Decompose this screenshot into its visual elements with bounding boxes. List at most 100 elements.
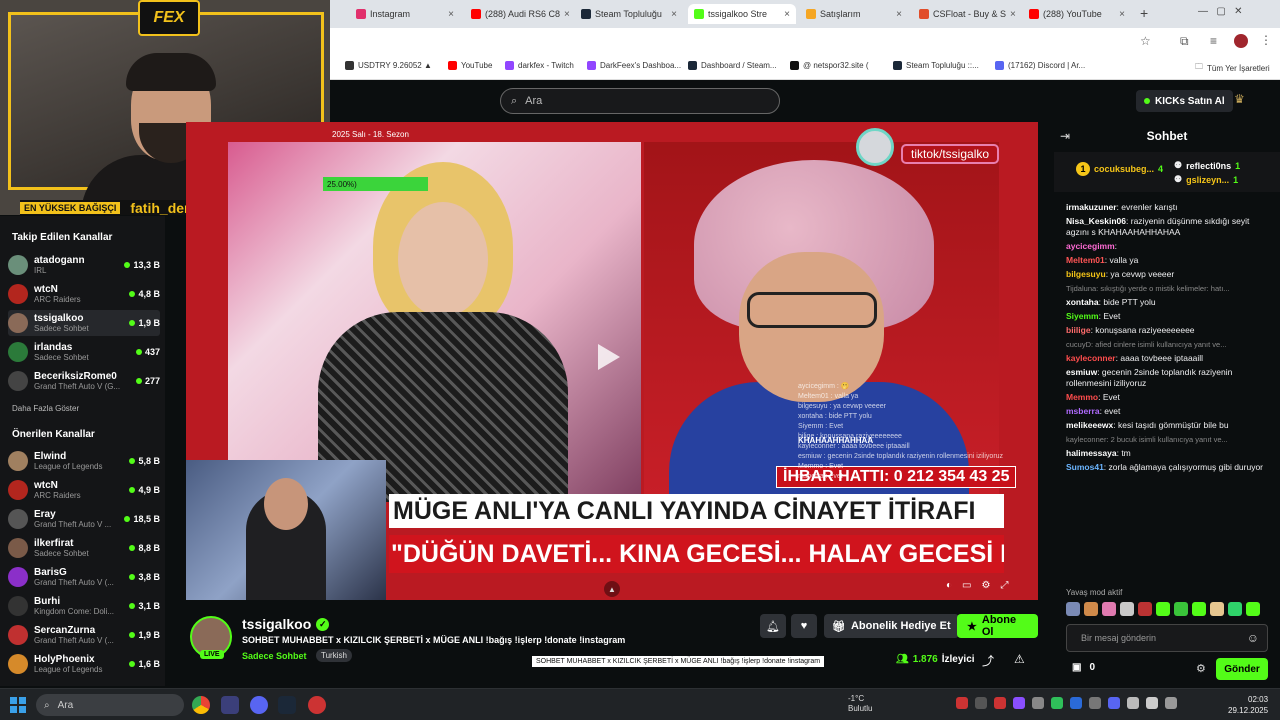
browser-tab[interactable]: CSFloat - Buy & S ×	[913, 4, 1018, 24]
sidebar-channel[interactable]: ilkerfirat Sadece Sohbet 8,8 B	[8, 535, 160, 561]
close-icon[interactable]: ×	[448, 9, 454, 20]
top-gifter[interactable]: 1 cocuksubeg... 4	[1076, 162, 1163, 176]
browser-tab[interactable]: (288) YouTube ×	[1023, 4, 1131, 24]
chat-username[interactable]: Sumos41	[1066, 462, 1104, 472]
sidebar-channel[interactable]: HolyPhoenix League of Legends 1,6 B	[8, 651, 160, 677]
extensions-icon[interactable]: ⧉	[1180, 34, 1189, 49]
browser-tab[interactable]: Instagram ×	[350, 4, 460, 24]
sidebar-channel[interactable]: BarisG Grand Theft Auto V (... 3,8 B	[8, 564, 160, 590]
bookmark-star-icon[interactable]: ☆	[1140, 34, 1151, 48]
chat-username[interactable]: bilgesuyu	[1066, 269, 1106, 279]
sidebar-channel[interactable]: Elwind League of Legends 5,8 B	[8, 448, 160, 474]
tray-icon[interactable]	[994, 697, 1006, 709]
chat-username[interactable]: msberra	[1066, 406, 1100, 416]
tray-icon[interactable]	[1089, 697, 1101, 709]
steam-icon[interactable]	[278, 696, 296, 714]
close-icon[interactable]: ×	[896, 9, 902, 20]
chat-username[interactable]: Siyemm	[1066, 311, 1099, 321]
streamer-name[interactable]: tssigalkoo ✓	[242, 616, 330, 632]
window-controls[interactable]: — ▢ ✕	[1198, 6, 1243, 17]
chat-username[interactable]: melikeeewx	[1066, 420, 1113, 430]
discord-icon[interactable]	[250, 696, 268, 714]
collapse-chat-icon[interactable]: ⇥	[1060, 129, 1070, 143]
bookmark-item[interactable]: Dashboard / Steam...	[688, 61, 777, 70]
close-icon[interactable]: ×	[1119, 9, 1125, 20]
browser-tab[interactable]: Satışlarım ×	[800, 4, 908, 24]
chevron-up-icon[interactable]: ▲	[604, 581, 620, 597]
theater-mode-icon[interactable]: ▭	[962, 580, 971, 591]
bookmark-item[interactable]: @ netspor32.site (	[790, 61, 868, 70]
chat-username[interactable]: Memmo	[1066, 392, 1098, 402]
send-button[interactable]: Gönder	[1216, 658, 1268, 680]
bookmark-item[interactable]: darkfex - Twitch	[505, 61, 574, 70]
channel-points[interactable]: ▣ 0	[1072, 662, 1095, 673]
emoji-icon[interactable]: ☺	[1247, 631, 1259, 645]
top-gifter[interactable]: ⚉ gslizeyn... 1	[1174, 174, 1238, 185]
battery-icon[interactable]	[1165, 697, 1177, 709]
tray-icon[interactable]	[1108, 697, 1120, 709]
all-bookmarks-link[interactable]: 🗀︎ Tüm Yer İşaretleri	[1195, 61, 1270, 75]
emote-icon[interactable]	[1138, 602, 1152, 616]
tray-icon[interactable]	[975, 697, 987, 709]
profile-avatar[interactable]	[1234, 34, 1248, 48]
bookmark-item[interactable]: YouTube	[448, 61, 492, 70]
sidebar-channel[interactable]: Eray Grand Theft Auto V ... 18,5 B	[8, 506, 160, 532]
chat-username[interactable]: kayleconner	[1066, 353, 1116, 363]
browser-tab[interactable]: tssigalkoo Stre ×	[688, 4, 796, 24]
close-icon[interactable]: ×	[1010, 9, 1016, 20]
sidebar-channel[interactable]: wtcN ARC Raiders 4,9 B	[8, 477, 160, 503]
chat-username[interactable]: aycicegimm	[1066, 241, 1115, 251]
bookmark-item[interactable]: Steam Topluluğu ::...	[893, 61, 979, 70]
emote-icon[interactable]	[1102, 602, 1116, 616]
subscribe-button[interactable]: ★ Abone Ol	[957, 614, 1038, 638]
close-icon[interactable]: ×	[784, 9, 790, 20]
close-icon[interactable]: ×	[564, 9, 570, 20]
chrome-icon[interactable]	[192, 696, 210, 714]
sidebar-channel[interactable]: BeceriksizRome0 Grand Theft Auto V (G... 2…	[8, 368, 160, 394]
emote-icon[interactable]	[1174, 602, 1188, 616]
chat-username[interactable]: xontaha	[1066, 297, 1099, 307]
warning-icon[interactable]: ⚠	[1014, 652, 1025, 666]
emote-icon[interactable]	[1156, 602, 1170, 616]
wifi-icon[interactable]	[1127, 697, 1139, 709]
volume-icon[interactable]	[1146, 697, 1158, 709]
emote-icon[interactable]	[1228, 602, 1242, 616]
chat-username[interactable]: esmiuw	[1066, 367, 1097, 377]
sidebar-channel[interactable]: irlandas Sadece Sohbet 437	[8, 339, 160, 365]
share-icon[interactable]: ⤴	[982, 652, 994, 669]
toggle-icon[interactable]: ◐	[946, 580, 952, 591]
buy-kicks-button[interactable]: KICKs Satın Al	[1136, 90, 1233, 112]
emote-icon[interactable]	[1210, 602, 1224, 616]
emote-icon[interactable]	[1066, 602, 1080, 616]
sidebar-channel[interactable]: atadogann IRL 13,3 B	[8, 252, 160, 278]
chat-message-input[interactable]: Bir mesaj gönderin ☺	[1066, 624, 1268, 652]
tray-icon[interactable]	[1051, 697, 1063, 709]
bookmark-item[interactable]: DarkFeex's Dashboa...	[587, 61, 681, 70]
sidebar-channel[interactable]: SercanZurna Grand Theft Auto V (... 1,9 B	[8, 622, 160, 648]
app-icon[interactable]	[221, 696, 239, 714]
user-menu-icon[interactable]: ♛	[1234, 92, 1245, 106]
sidebar-channel[interactable]: tssigalkoo Sadece Sohbet 1,9 B	[8, 310, 160, 336]
browser-menu-icon[interactable]: ⋮	[1260, 33, 1272, 47]
bookmark-item[interactable]: USDTRY 9.26052 ▲	[345, 61, 432, 70]
weather-widget[interactable]: -1°C Bulutlu	[848, 694, 872, 714]
play-icon[interactable]	[598, 344, 620, 370]
windows-start-icon[interactable]	[10, 697, 26, 713]
chat-username[interactable]: Meltem01	[1066, 255, 1105, 265]
bookmark-item[interactable]: (17162) Discord | Ar...	[995, 61, 1085, 70]
browser-tab[interactable]: Steam Topluluğu ×	[575, 4, 683, 24]
chat-settings-icon[interactable]: ⚙	[1196, 662, 1206, 675]
taskbar-search-input[interactable]: ⌕ Ara	[36, 694, 184, 716]
video-player[interactable]: 2025 Salı - 18. Sezon 25.00%) tiktok/tss…	[186, 122, 1038, 600]
emote-icon[interactable]	[1084, 602, 1098, 616]
bell-icon[interactable]: 🔔︎	[760, 614, 786, 638]
new-tab-icon[interactable]: +	[1140, 5, 1148, 21]
search-input[interactable]: ⌕ Ara	[500, 88, 780, 114]
chat-username[interactable]: halimessaya	[1066, 448, 1117, 458]
chat-username[interactable]: Nisa_Keskin06	[1066, 216, 1126, 226]
top-gifter[interactable]: ⚉ reflecti0ns 1	[1174, 160, 1240, 171]
tray-icon[interactable]	[1013, 697, 1025, 709]
stream-category[interactable]: Sadece Sohbet	[242, 651, 307, 661]
chat-username[interactable]: irmakuzuner	[1066, 202, 1117, 212]
settings-icon[interactable]: ⚙	[982, 580, 991, 591]
